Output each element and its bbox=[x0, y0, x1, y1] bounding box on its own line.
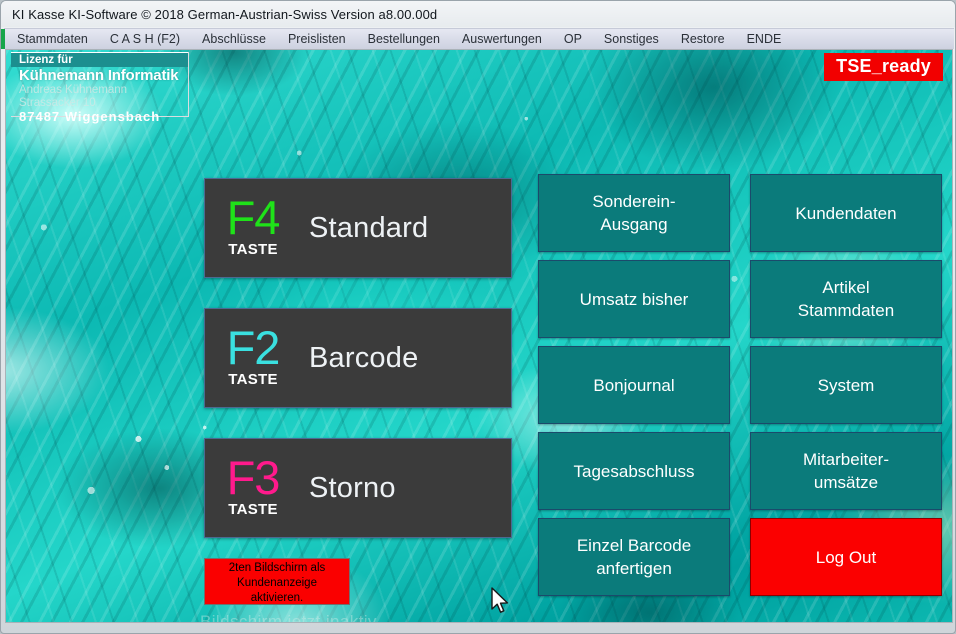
menu-button-einzel-barcode-label: Einzel Barcode anfertigen bbox=[576, 536, 692, 578]
menu-item-preislisten[interactable]: Preislisten bbox=[288, 32, 346, 46]
function-key-button-f4[interactable]: F4 TASTE Standard bbox=[204, 178, 512, 278]
menu-button-bonjournal-label: Bonjournal bbox=[593, 375, 675, 395]
second-screen-hint-line3: aktivieren. bbox=[250, 592, 304, 604]
menu-item-sonstiges[interactable]: Sonstiges bbox=[604, 32, 659, 46]
window-title: KI Kasse KI-Software © 2018 German-Austr… bbox=[12, 6, 438, 22]
mouse-cursor-icon bbox=[491, 587, 509, 613]
menu-item-ende[interactable]: ENDE bbox=[747, 32, 782, 46]
function-key-f3-action: Storno bbox=[309, 471, 396, 504]
menu-button-tagesabschluss-label: Tagesabschluss bbox=[573, 461, 695, 481]
menu-button-sonderein-ausgang-label: Sonderein- Ausgang bbox=[592, 192, 676, 234]
menu-button-system[interactable]: System bbox=[750, 346, 942, 424]
menu-button-system-label: System bbox=[817, 375, 875, 395]
menu-item-restore[interactable]: Restore bbox=[681, 32, 725, 46]
function-key-f2-keybox: F2 TASTE bbox=[205, 321, 301, 390]
menu-item-abschluesse[interactable]: Abschlüsse bbox=[202, 32, 266, 46]
menu-item-op[interactable]: OP bbox=[564, 32, 582, 46]
function-key-f2-action: Barcode bbox=[309, 341, 419, 374]
status-edge-indicator bbox=[1, 29, 5, 49]
menu-item-stammdaten[interactable]: Stammdaten bbox=[17, 32, 88, 46]
function-key-f4-keybox: F4 TASTE bbox=[205, 191, 301, 260]
menu-button-log-out-label: Log Out bbox=[815, 547, 877, 567]
function-key-f4-action: Standard bbox=[309, 211, 429, 244]
licence-company: Kühnemann Informatik bbox=[19, 67, 179, 84]
function-key-f2-taste: TASTE bbox=[228, 371, 278, 388]
menu-item-auswertungen[interactable]: Auswertungen bbox=[462, 32, 542, 46]
menu-button-kundendaten[interactable]: Kundendaten bbox=[750, 174, 942, 252]
menu-button-tagesabschluss[interactable]: Tagesabschluss bbox=[538, 432, 730, 510]
menu-button-artikel-stammdaten-label: Artikel Stammdaten bbox=[797, 278, 895, 320]
menu-button-artikel-stammdaten[interactable]: Artikel Stammdaten bbox=[750, 260, 942, 338]
second-screen-hint-box[interactable]: 2ten Bildschirm als Kundenanzeige aktivi… bbox=[204, 558, 350, 605]
licence-panel: Lizenz für Kühnemann Informatik Andreas … bbox=[11, 52, 189, 124]
licence-city: 87487 Wiggensbach bbox=[19, 109, 161, 124]
menu-button-umsatz-bisher-label: Umsatz bisher bbox=[579, 289, 689, 309]
function-key-f3-label: F3 bbox=[226, 451, 281, 504]
menu-bar: Stammdaten C A S H (F2) Abschlüsse Preis… bbox=[4, 28, 954, 49]
second-screen-inactive-text: Bildschirm jetzt inaktiv bbox=[200, 612, 377, 623]
menu-button-bonjournal[interactable]: Bonjournal bbox=[538, 346, 730, 424]
menu-button-mitarbeiterumsaetze[interactable]: Mitarbeiter- umsätze bbox=[750, 432, 942, 510]
title-bar: KI Kasse KI-Software © 2018 German-Austr… bbox=[1, 1, 955, 27]
licence-street: Strassacker 10 bbox=[19, 96, 96, 109]
menu-button-kundendaten-label: Kundendaten bbox=[795, 203, 897, 223]
second-screen-hint-line2: Kundenanzeige bbox=[237, 577, 317, 589]
second-screen-hint-line1: 2ten Bildschirm als bbox=[228, 562, 326, 574]
function-key-f4-label: F4 bbox=[226, 191, 281, 244]
application-window: KI Kasse KI-Software © 2018 German-Austr… bbox=[0, 0, 956, 634]
menu-button-log-out[interactable]: Log Out bbox=[750, 518, 942, 596]
menu-item-bestellungen[interactable]: Bestellungen bbox=[368, 32, 440, 46]
function-key-button-f3[interactable]: F3 TASTE Storno bbox=[204, 438, 512, 538]
menu-button-einzel-barcode[interactable]: Einzel Barcode anfertigen bbox=[538, 518, 730, 596]
licence-heading: Lizenz für bbox=[11, 52, 188, 67]
function-key-f2-label: F2 bbox=[226, 321, 281, 374]
function-key-f4-taste: TASTE bbox=[228, 241, 278, 258]
function-key-f3-taste: TASTE bbox=[228, 501, 278, 518]
main-client-area: Lizenz für Kühnemann Informatik Andreas … bbox=[5, 49, 953, 623]
menu-button-mitarbeiterumsaetze-label: Mitarbeiter- umsätze bbox=[803, 450, 889, 492]
tse-status-badge: TSE_ready bbox=[824, 53, 943, 81]
menu-button-sonderein-ausgang[interactable]: Sonderein- Ausgang bbox=[538, 174, 730, 252]
function-key-button-f2[interactable]: F2 TASTE Barcode bbox=[204, 308, 512, 408]
licence-person: Andreas Kühnemann bbox=[19, 84, 128, 96]
function-key-f3-keybox: F3 TASTE bbox=[205, 451, 301, 520]
menu-item-cash[interactable]: C A S H (F2) bbox=[110, 32, 180, 46]
menu-button-umsatz-bisher[interactable]: Umsatz bisher bbox=[538, 260, 730, 338]
